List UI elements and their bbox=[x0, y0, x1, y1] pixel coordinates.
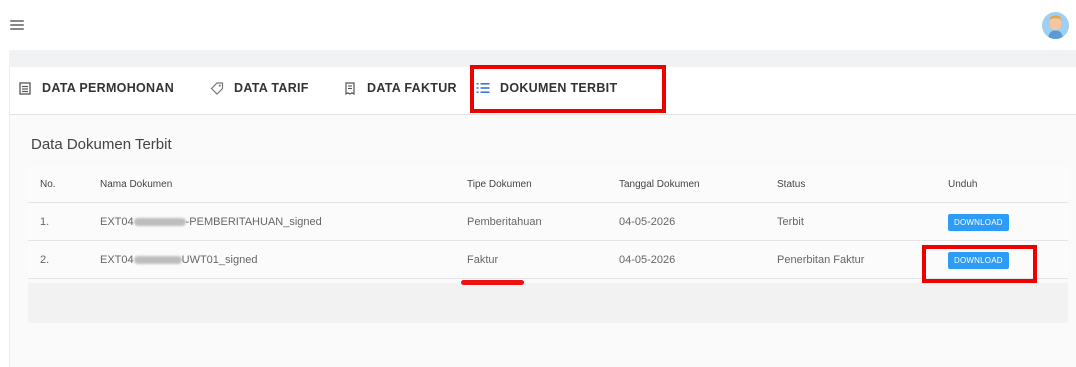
redacted-text bbox=[133, 218, 186, 226]
table-footer bbox=[28, 283, 1068, 323]
tag-icon bbox=[210, 81, 224, 95]
document-list-icon bbox=[18, 81, 32, 95]
row-status: Terbit bbox=[777, 216, 804, 228]
row-download-cell: DOWNLOAD bbox=[948, 203, 1009, 241]
highlight-box-tab bbox=[470, 65, 666, 113]
header-tipe-dokumen: Tipe Dokumen bbox=[467, 178, 532, 190]
tab-label: DATA FAKTUR bbox=[367, 81, 457, 95]
header-nama-dokumen: Nama Dokumen bbox=[100, 178, 173, 190]
header-unduh: Unduh bbox=[948, 178, 978, 190]
row-no: 1. bbox=[40, 216, 50, 228]
user-avatar[interactable] bbox=[1042, 12, 1069, 39]
receipt-icon bbox=[343, 81, 357, 95]
tab-data-permohonan[interactable]: DATA PERMOHONAN bbox=[18, 67, 174, 109]
highlight-box-download bbox=[922, 245, 1037, 283]
documents-table: No. Nama Dokumen Tipe Dokumen Tanggal Do… bbox=[28, 165, 1068, 279]
row-status: Penerbitan Faktur bbox=[777, 254, 865, 266]
table-header-row: No. Nama Dokumen Tipe Dokumen Tanggal Do… bbox=[28, 165, 1068, 203]
hamburger-menu-icon[interactable] bbox=[10, 20, 24, 30]
download-button[interactable]: DOWNLOAD bbox=[948, 213, 1009, 231]
header-status: Status bbox=[777, 178, 806, 190]
row-document-type: Faktur bbox=[467, 254, 499, 266]
document-name-prefix: EXT04 bbox=[100, 254, 134, 266]
highlight-underline-faktur bbox=[461, 280, 524, 285]
table-row: 1. EXT04 -PEMBERITAHUAN_signed Pemberita… bbox=[28, 203, 1068, 241]
tab-label: DATA PERMOHONAN bbox=[42, 81, 175, 95]
tab-label: DATA TARIF bbox=[234, 81, 309, 95]
table-row: 2. EXT04 UWT01_signed Faktur 04-05-2026 … bbox=[28, 241, 1068, 279]
document-name-suffix: -PEMBERITAHUAN_signed bbox=[185, 216, 322, 228]
row-document-type: Pemberitahuan bbox=[467, 216, 542, 228]
section-title: Data Dokumen Terbit bbox=[31, 136, 172, 153]
document-name-suffix: UWT01_signed bbox=[181, 254, 258, 266]
tab-data-faktur[interactable]: DATA FAKTUR bbox=[343, 67, 457, 109]
row-document-date: 04-05-2026 bbox=[619, 254, 676, 266]
top-bar bbox=[0, 0, 1076, 50]
row-document-name: EXT04 UWT01_signed bbox=[100, 241, 257, 279]
document-name-prefix: EXT04 bbox=[100, 216, 134, 228]
tab-data-tarif[interactable]: DATA TARIF bbox=[210, 67, 309, 109]
row-document-name: EXT04 -PEMBERITAHUAN_signed bbox=[100, 203, 322, 241]
row-no: 2. bbox=[40, 254, 50, 266]
row-document-date: 04-05-2026 bbox=[619, 216, 676, 228]
redacted-text bbox=[133, 256, 182, 264]
header-tanggal-dokumen: Tanggal Dokumen bbox=[619, 178, 700, 190]
header-no: No. bbox=[40, 178, 56, 190]
